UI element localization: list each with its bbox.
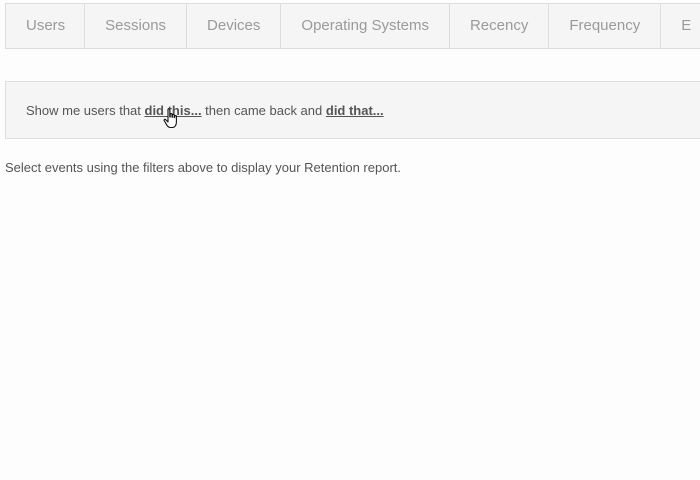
filter-middle-text: then came back and bbox=[201, 103, 326, 118]
tab-recency[interactable]: Recency bbox=[450, 4, 550, 48]
tab-devices[interactable]: Devices bbox=[187, 4, 282, 48]
tab-sessions[interactable]: Sessions bbox=[85, 4, 188, 48]
retention-filter-panel: Show me users that did this... then came… bbox=[5, 81, 700, 139]
did-this-link[interactable]: did this... bbox=[145, 103, 202, 118]
filter-prefix-text: Show me users that bbox=[26, 103, 145, 118]
tab-frequency[interactable]: Frequency bbox=[549, 4, 662, 48]
did-that-link[interactable]: did that... bbox=[326, 103, 384, 118]
report-tab-bar: Users Sessions Devices Operating Systems… bbox=[5, 3, 700, 49]
tab-operating-systems[interactable]: Operating Systems bbox=[281, 4, 450, 48]
tab-users[interactable]: Users bbox=[6, 4, 86, 48]
empty-report-message: Select events using the filters above to… bbox=[5, 160, 401, 175]
tab-truncated[interactable]: E bbox=[661, 4, 700, 48]
